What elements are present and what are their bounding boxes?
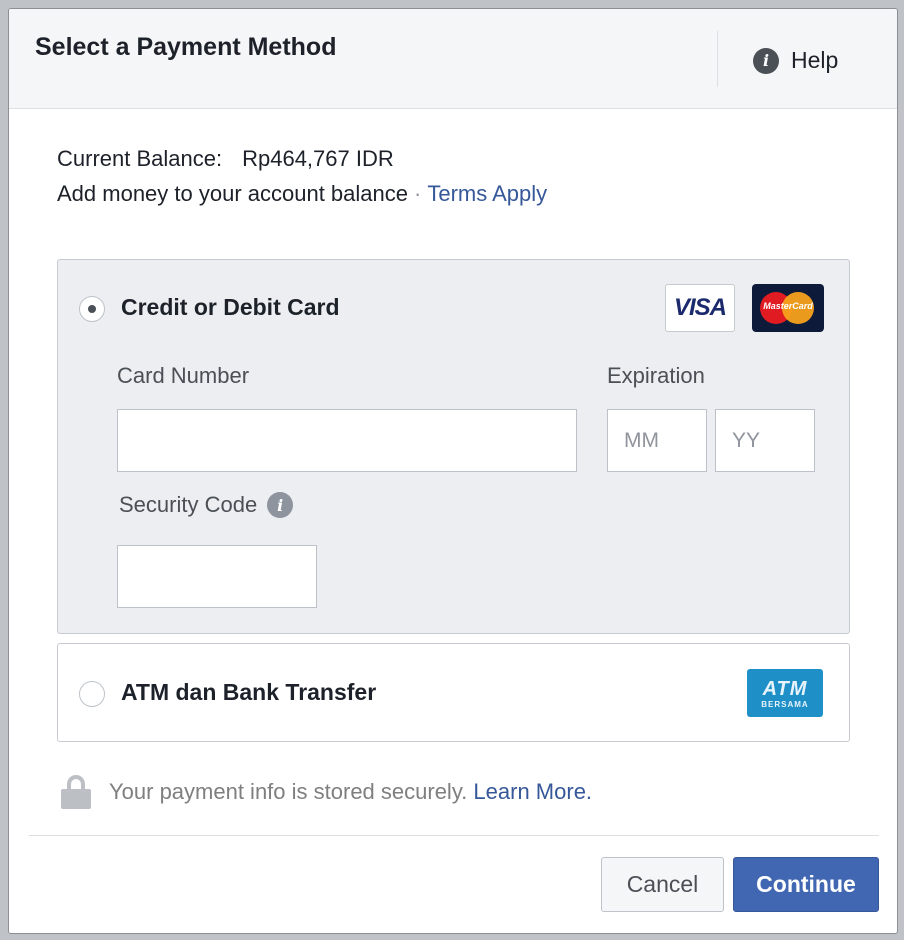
lock-icon <box>61 775 91 809</box>
atm-radio-button[interactable] <box>79 681 105 707</box>
security-code-label: Security Code <box>119 492 258 517</box>
help-button[interactable]: i Help <box>753 47 838 74</box>
dialog-title: Select a Payment Method <box>35 33 337 61</box>
mastercard-text: MasterCard <box>763 301 813 311</box>
continue-button[interactable]: Continue <box>733 857 879 912</box>
expiration-year-input[interactable]: YY <box>715 409 815 472</box>
security-code-info-icon[interactable]: i <box>267 492 294 518</box>
atm-logo-text: ATM <box>762 677 808 700</box>
help-label: Help <box>791 47 839 73</box>
add-money-text: Add money to your account balance <box>57 181 409 206</box>
add-money-line: Add money to your account balance · Terms … <box>57 181 547 207</box>
security-code-row: Security Code i <box>119 492 294 518</box>
card-number-label: Card Number <box>117 363 250 388</box>
info-icon: i <box>753 47 779 74</box>
payment-method-dialog: Select a Payment Method i Help Current B… <box>8 8 898 934</box>
expiration-label: Expiration <box>607 363 705 388</box>
balance-amount: Rp464,767 IDR <box>242 146 394 171</box>
credit-debit-card-option[interactable]: Credit or Debit Card VISA MasterCard Car… <box>57 259 850 634</box>
expiration-month-input[interactable]: MM <box>607 409 707 472</box>
visa-logo: VISA <box>665 284 735 332</box>
security-code-input[interactable] <box>117 545 317 608</box>
secure-note-text: Your payment info is stored securely. <box>109 779 468 804</box>
atm-bersama-logo: ATM BERSAMA <box>747 669 823 717</box>
learn-more-link[interactable]: Learn More. <box>473 779 592 804</box>
cancel-button[interactable]: Cancel <box>601 857 724 912</box>
current-balance: Current Balance: Rp464,767 IDR <box>57 146 394 172</box>
separator-dot: · <box>414 181 422 206</box>
mastercard-logo: MasterCard <box>752 284 824 332</box>
card-number-input[interactable] <box>117 409 577 472</box>
footer-divider <box>29 835 879 836</box>
atm-option-label: ATM dan Bank Transfer <box>121 679 377 705</box>
card-radio-button[interactable] <box>79 296 105 322</box>
atm-bank-transfer-option[interactable]: ATM dan Bank Transfer ATM BERSAMA <box>57 643 850 742</box>
terms-apply-link[interactable]: Terms Apply <box>427 181 547 206</box>
header-divider <box>717 31 718 87</box>
dialog-header: Select a Payment Method i Help <box>9 9 897 109</box>
secure-payment-note: Your payment info is stored securely. Le… <box>61 775 592 809</box>
card-option-label: Credit or Debit Card <box>121 294 340 320</box>
atm-logo-subtext: BERSAMA <box>761 699 809 709</box>
balance-label: Current Balance: <box>57 146 223 171</box>
